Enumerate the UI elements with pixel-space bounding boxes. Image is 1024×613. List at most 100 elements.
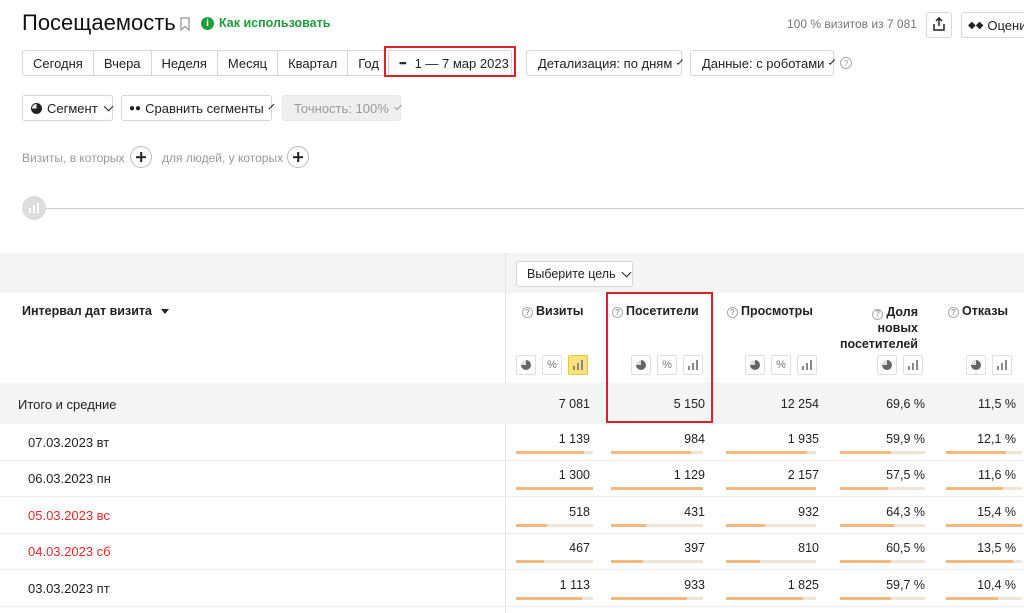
bar-chart-icon[interactable] — [797, 355, 817, 375]
cell-value: 59,9 % — [886, 432, 925, 446]
value-bar — [946, 451, 1022, 454]
dim-header[interactable]: Интервал дат визита — [22, 304, 170, 318]
value-bar-fill — [611, 451, 691, 454]
rate-button[interactable]: ◆◆ Оценит — [961, 12, 1024, 38]
bar-chart-icon[interactable] — [992, 355, 1012, 375]
bookmark-icon[interactable] — [180, 17, 190, 32]
export-button[interactable] — [926, 12, 952, 38]
chevron-down-icon — [268, 103, 275, 109]
value-bar-fill — [726, 524, 765, 527]
visits-share: 100 % визитов из 7 081 — [787, 17, 917, 31]
how-to-use-link[interactable]: i Как использовать — [201, 16, 330, 30]
cell-value: 467 — [569, 541, 590, 555]
cell-value: 810 — [798, 541, 819, 555]
value-bar — [726, 560, 816, 563]
help-icon: ? — [522, 307, 533, 318]
value-bar-fill — [611, 560, 643, 563]
detail-dropdown[interactable]: Детализация: по дням — [526, 50, 684, 76]
value-bar-fill — [726, 487, 816, 490]
visitors-highlight — [606, 292, 713, 423]
pie-icon[interactable] — [877, 355, 897, 375]
value-bar-fill — [840, 487, 888, 490]
cell-value: 57,5 % — [886, 468, 925, 482]
value-bar-fill — [611, 487, 703, 490]
data-dropdown[interactable]: Данные: с роботами — [690, 50, 836, 76]
period-today[interactable]: Сегодня — [23, 51, 94, 75]
totals-value: 69,6 % — [886, 397, 925, 411]
chevron-down-icon — [393, 102, 402, 110]
value-bar — [840, 451, 925, 454]
percent-icon[interactable]: % — [542, 355, 562, 375]
value-bar-fill — [946, 487, 1003, 490]
period-yesterday[interactable]: Вчера — [94, 51, 152, 75]
value-bar-fill — [611, 597, 687, 600]
value-bar-fill — [840, 597, 891, 600]
cell-value: 1 300 — [558, 468, 590, 482]
help-icon: ? — [948, 307, 959, 318]
col-visits[interactable]: ? Визиты — [522, 304, 583, 318]
row-date: 04.03.2023 сб — [28, 544, 111, 559]
row-date: 03.03.2023 пт — [28, 581, 110, 596]
cell-value: 64,3 % — [886, 505, 925, 519]
value-bar — [946, 524, 1022, 527]
value-bar-fill — [726, 597, 803, 600]
percent-icon[interactable]: % — [771, 355, 791, 375]
pie-icon[interactable] — [966, 355, 986, 375]
value-bar-fill — [726, 560, 760, 563]
totals-value: 7 081 — [558, 397, 590, 411]
value-bar-fill — [840, 451, 891, 454]
bar-chart-icon[interactable] — [568, 355, 588, 375]
cell-value: 932 — [798, 505, 819, 519]
cell-value: 933 — [684, 578, 705, 592]
value-bar — [611, 597, 703, 600]
value-bar — [726, 451, 816, 454]
chevron-down-icon — [829, 57, 836, 65]
period-quarter[interactable]: Квартал — [278, 51, 349, 75]
add-people-condition-button[interactable] — [287, 146, 309, 168]
period-week[interactable]: Неделя — [152, 51, 218, 75]
totals-value: 12 254 — [780, 397, 819, 411]
pie-icon — [31, 102, 42, 114]
bar-chart-icon[interactable] — [903, 355, 923, 375]
table-header-band — [0, 253, 1024, 293]
totals-label: Итого и средние — [18, 397, 117, 412]
value-bar — [611, 560, 703, 563]
segment-dropdown[interactable]: Сегмент — [22, 95, 114, 121]
accuracy-dropdown[interactable]: Точность: 100% — [282, 95, 402, 121]
value-bar — [726, 487, 816, 490]
pie-icon[interactable] — [516, 355, 536, 375]
col-pageviews[interactable]: ? Просмотры — [727, 304, 813, 318]
cell-value: 10,4 % — [977, 578, 1016, 592]
row-date: 06.03.2023 пн — [28, 471, 111, 486]
compare-segments-dropdown[interactable]: ●● Сравнить сегменты — [121, 95, 275, 121]
value-bar-fill — [516, 597, 582, 600]
value-bar — [516, 451, 593, 454]
help-icon: ? — [872, 308, 884, 320]
help-icon[interactable]: ? — [840, 57, 852, 69]
value-bar-fill — [946, 597, 998, 600]
col-new-visitors-share[interactable]: ? Доля новых посетителей — [838, 304, 918, 352]
chart-toggle-button[interactable] — [22, 196, 46, 220]
cell-value: 60,5 % — [886, 541, 925, 555]
cell-value: 2 157 — [787, 468, 819, 482]
value-bar-fill — [516, 451, 584, 454]
cell-value: 431 — [684, 505, 705, 519]
col-bounces[interactable]: ? Отказы — [948, 304, 1008, 318]
period-month[interactable]: Месяц — [218, 51, 279, 75]
value-bar-fill — [516, 524, 547, 527]
chevron-down-icon — [103, 101, 114, 111]
cell-value: 397 — [684, 541, 705, 555]
value-bar-fill — [946, 560, 1013, 563]
value-bar — [946, 560, 1022, 563]
cell-value: 984 — [684, 432, 705, 446]
pie-icon[interactable] — [745, 355, 765, 375]
value-bar — [611, 487, 703, 490]
period-selector: Сегодня Вчера Неделя Месяц Квартал Год — [22, 50, 390, 76]
sort-desc-icon — [161, 309, 170, 315]
value-bar — [516, 524, 593, 527]
value-bar-fill — [611, 524, 646, 527]
period-year[interactable]: Год — [348, 51, 389, 75]
goal-dropdown[interactable]: Выберите цель — [516, 261, 633, 287]
add-visit-condition-button[interactable] — [130, 146, 152, 168]
cell-value: 12,1 % — [977, 432, 1016, 446]
